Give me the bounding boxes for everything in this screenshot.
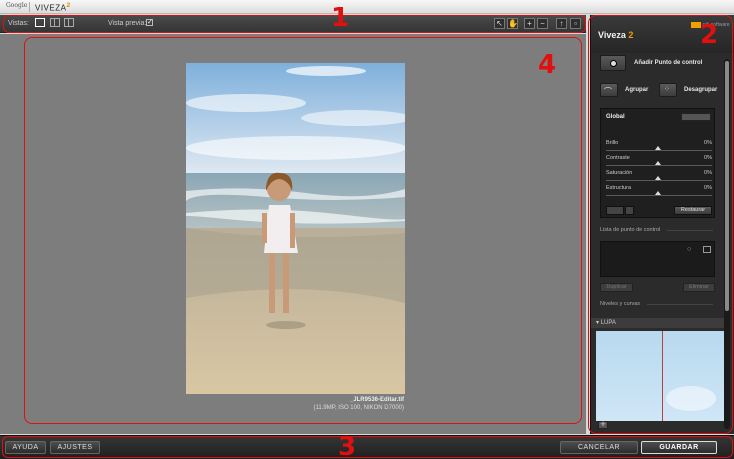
- add-control-point-button[interactable]: [600, 55, 626, 71]
- image-metadata: (11.9MP, ISO 100, NIKON D7000): [313, 405, 405, 411]
- duplicate-button[interactable]: Duplicar: [600, 283, 633, 292]
- slider-saturation[interactable]: Saturación 0%: [606, 170, 712, 184]
- loupe-header[interactable]: ▾ LUPA: [591, 318, 724, 328]
- google-logo: Google: [6, 2, 28, 9]
- annotation-number-3: 3: [338, 432, 357, 459]
- panel-brand: Viveza 2: [598, 30, 633, 40]
- global-mode-icons[interactable]: [681, 113, 711, 121]
- annotation-number-4: 4: [538, 50, 557, 80]
- zoom-in-icon[interactable]: +: [524, 18, 535, 29]
- side-by-side-view-button[interactable]: [64, 18, 74, 27]
- slider-knob[interactable]: [655, 176, 661, 180]
- slider-knob[interactable]: [655, 161, 661, 165]
- preview-canvas[interactable]: _JLR9536-Editar.tif (11.9MP, ISO 100, NI…: [0, 34, 586, 434]
- slider-knob[interactable]: [655, 146, 661, 150]
- app-name: VIVEZA: [35, 3, 67, 13]
- slider-value: 0%: [704, 185, 712, 191]
- section-divider: [667, 230, 713, 231]
- settings-button[interactable]: AJUSTES: [50, 441, 100, 454]
- title-bar: Google VIVEZA2: [0, 0, 734, 14]
- pin-icon[interactable]: ↑: [556, 18, 567, 29]
- slider-label: Brillo: [606, 140, 619, 146]
- slider-contrast[interactable]: Contraste 0%: [606, 155, 712, 169]
- hand-tool-icon[interactable]: ✋: [507, 18, 518, 29]
- control-point-list[interactable]: ○: [600, 241, 715, 277]
- app-title: VIVEZA2: [35, 2, 71, 13]
- single-view-button[interactable]: [35, 18, 45, 27]
- loupe-view[interactable]: [596, 331, 730, 421]
- save-button[interactable]: GUARDAR: [641, 441, 717, 454]
- section-divider: [647, 304, 713, 305]
- ungroup-icon: ⁘: [664, 86, 670, 93]
- compare-toggle-button[interactable]: [606, 206, 624, 215]
- image-caption: _JLR9536-Editar.tif (11.9MP, ISO 100, NI…: [290, 396, 405, 412]
- group-button[interactable]: ⌒: [600, 83, 618, 97]
- help-button[interactable]: AYUDA: [5, 441, 46, 454]
- delete-button[interactable]: Eliminar: [683, 283, 715, 292]
- arrow-tool-icon[interactable]: ↖: [494, 18, 505, 29]
- control-point-list-label[interactable]: Lista de punto de control: [600, 227, 660, 233]
- list-view-icon[interactable]: [703, 246, 711, 253]
- preview-checkbox[interactable]: ✓: [146, 19, 153, 26]
- views-label: Vistas:: [8, 20, 29, 27]
- slider-track[interactable]: [606, 195, 712, 196]
- slider-brightness[interactable]: Brillo 0%: [606, 140, 712, 154]
- beach-photo-illustration: [186, 63, 405, 394]
- ungroup-label: Desagrupar: [684, 87, 718, 93]
- top-toolbar: Vistas: Vista previa: ✓ ↖ ✋ + − ↑ ▫: [0, 15, 586, 33]
- slider-value: 0%: [704, 140, 712, 146]
- slider-label: Contraste: [606, 155, 630, 161]
- preview-photo: [186, 63, 405, 394]
- annotation-number-1: 1: [331, 3, 350, 33]
- preview-label: Vista previa:: [108, 20, 147, 27]
- split-view-button[interactable]: [50, 18, 60, 27]
- slider-structure[interactable]: Estructura 0%: [606, 185, 712, 199]
- scrollbar-thumb[interactable]: [725, 61, 729, 311]
- brand-name: Viveza: [598, 30, 626, 40]
- eyedropper-icon[interactable]: [625, 206, 634, 215]
- global-title: Global: [606, 114, 625, 120]
- loupe-label: LUPA: [600, 320, 616, 326]
- image-filename: _JLR9536-Editar.tif: [349, 397, 404, 403]
- background-color-icon[interactable]: ▫: [570, 18, 581, 29]
- slider-label: Estructura: [606, 185, 632, 191]
- bottom-bar: AYUDA AJUSTES CANCELAR GUARDAR: [0, 435, 734, 459]
- control-point-icon: [610, 60, 617, 67]
- slider-track[interactable]: [606, 180, 712, 181]
- loupe-cloud: [666, 386, 716, 411]
- ungroup-button[interactable]: ⁘: [659, 83, 677, 97]
- zoom-out-icon[interactable]: −: [537, 18, 548, 29]
- annotation-number-2: 2: [700, 20, 719, 50]
- slider-track[interactable]: [606, 165, 712, 166]
- cancel-button[interactable]: CANCELAR: [560, 441, 638, 454]
- loupe-split-line: [662, 331, 663, 421]
- right-panel: Viveza 2 nik software Añadir Punto de co…: [590, 15, 734, 434]
- slider-value: 0%: [704, 155, 712, 161]
- reset-button[interactable]: Restaurar: [674, 206, 712, 215]
- panel-scrollbar[interactable]: [724, 59, 730, 429]
- slider-value: 0%: [704, 170, 712, 176]
- group-label: Agrupar: [625, 87, 649, 93]
- slider-knob[interactable]: [655, 191, 661, 195]
- refresh-icon[interactable]: ○: [687, 246, 691, 253]
- slider-track[interactable]: [606, 150, 712, 151]
- loupe-pin-icon[interactable]: ✛: [598, 421, 608, 429]
- title-separator: [29, 2, 30, 12]
- global-adjustments: Global Brillo 0% Contraste 0% Saturación…: [600, 108, 715, 218]
- brand-version: 2: [628, 30, 634, 40]
- app-version: 2: [66, 2, 71, 9]
- slider-label: Saturación: [606, 170, 633, 176]
- add-control-point-label: Añadir Punto de control: [634, 60, 703, 66]
- group-icon: ⌒: [604, 87, 612, 96]
- levels-curves-label[interactable]: Niveles y curvas: [600, 301, 640, 307]
